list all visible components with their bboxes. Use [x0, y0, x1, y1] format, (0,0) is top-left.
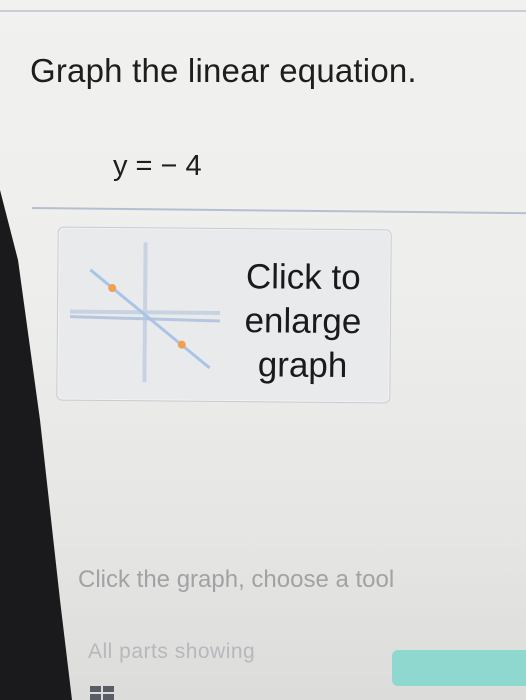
parts-status: All parts showing	[88, 640, 256, 663]
card-text-line-2: enlarge	[244, 301, 362, 342]
card-text-line-1: Click to	[245, 257, 361, 298]
equation: y = − 4	[113, 150, 202, 182]
check-answer-button[interactable]	[392, 650, 526, 686]
graph-thumbnail-icon	[69, 242, 221, 383]
divider	[31, 207, 526, 215]
windows-start-icon[interactable]	[90, 686, 114, 700]
top-border	[0, 10, 526, 12]
enlarge-graph-button[interactable]: Click to enlarge graph	[56, 226, 392, 404]
card-text-line-3: graph	[257, 345, 348, 386]
enlarge-graph-label: Click to enlarge graph	[227, 255, 378, 388]
question-title: Graph the linear equation.	[30, 52, 417, 89]
screen: Graph the linear equation. y = − 4 Click…	[0, 0, 526, 700]
instruction-text: Click the graph, choose a tool	[78, 566, 395, 593]
